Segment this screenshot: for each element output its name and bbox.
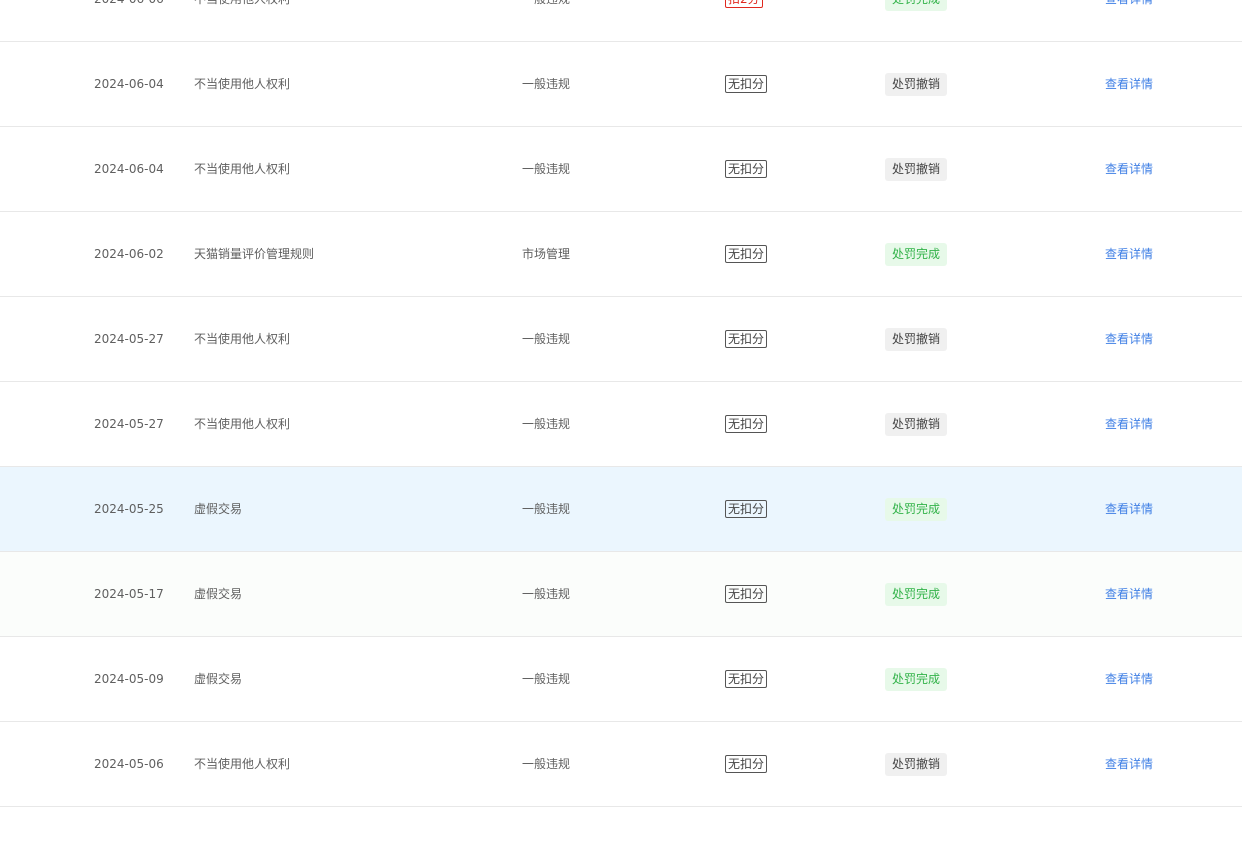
view-details-link[interactable]: 查看详情	[1105, 212, 1153, 296]
violation-type: 一般违规	[522, 502, 571, 516]
table-row: 2024-06-02 天猫销量评价管理规则 市场管理 无扣分 处罚完成 查看详情	[0, 212, 1242, 297]
score-cell: 无扣分	[725, 127, 768, 211]
score-tag: 无扣分	[725, 585, 768, 603]
view-details-link[interactable]: 查看详情	[1105, 552, 1153, 636]
view-details-link[interactable]: 查看详情	[1105, 42, 1153, 126]
record-date: 2024-05-17	[94, 587, 164, 601]
violation-type: 一般违规	[522, 417, 571, 431]
score-tag: 扣2分	[725, 0, 763, 8]
view-details-link[interactable]: 查看详情	[1105, 722, 1153, 806]
score-cell: 无扣分	[725, 722, 768, 806]
score-cell: 无扣分	[725, 297, 768, 381]
score-cell: 无扣分	[725, 382, 768, 466]
score-tag: 无扣分	[725, 245, 768, 263]
violation-type: 一般违规	[522, 587, 571, 601]
status-cell: 处罚撤销	[885, 382, 948, 466]
score-tag: 无扣分	[725, 670, 768, 688]
status-badge: 处罚完成	[885, 242, 948, 266]
status-cell: 处罚撤销	[885, 42, 948, 126]
record-date: 2024-05-09	[94, 672, 164, 686]
record-date: 2024-05-25	[94, 502, 164, 516]
status-cell: 处罚完成	[885, 637, 948, 721]
record-date: 2024-05-27	[94, 332, 164, 346]
status-cell: 处罚撤销	[885, 127, 948, 211]
record-date: 2024-06-02	[94, 247, 164, 261]
violation-rule: 天猫销量评价管理规则	[194, 247, 315, 261]
score-cell: 无扣分	[725, 42, 768, 126]
violation-type: 一般违规	[522, 332, 571, 346]
status-badge: 处罚撤销	[885, 157, 948, 181]
table-row: 2024-05-27 不当使用他人权利 一般违规 无扣分 处罚撤销 查看详情	[0, 382, 1242, 467]
violation-type: 一般违规	[522, 757, 571, 771]
score-cell: 无扣分	[725, 212, 768, 296]
table-row: 2024-06-04 不当使用他人权利 一般违规 无扣分 处罚撤销 查看详情	[0, 127, 1242, 212]
violation-rule: 不当使用他人权利	[194, 77, 291, 91]
table-row: 2024-05-06 不当使用他人权利 一般违规 无扣分 处罚撤销 查看详情	[0, 722, 1242, 807]
violation-rule: 虚假交易	[194, 672, 243, 686]
table-row: 2024-05-09 虚假交易 一般违规 无扣分 处罚完成 查看详情	[0, 637, 1242, 722]
violation-rule: 不当使用他人权利	[194, 757, 291, 771]
status-badge: 处罚完成	[885, 667, 948, 691]
violation-type: 一般违规	[522, 0, 570, 41]
violation-rule: 不当使用他人权利	[194, 332, 291, 346]
violation-type: 一般违规	[522, 77, 571, 91]
record-date: 2024-05-27	[94, 417, 164, 431]
violation-rule: 不当使用他人权利	[194, 162, 291, 176]
status-badge: 处罚撤销	[885, 752, 948, 776]
status-cell: 处罚完成	[885, 552, 948, 636]
status-cell: 处罚撤销	[885, 722, 948, 806]
record-date: 2024-06-06	[94, 0, 164, 41]
violation-type: 一般违规	[522, 672, 571, 686]
score-tag: 无扣分	[725, 75, 768, 93]
score-tag: 无扣分	[725, 415, 768, 433]
status-badge: 处罚撤销	[885, 327, 948, 351]
view-details-link[interactable]: 查看详情	[1105, 467, 1153, 551]
score-tag: 无扣分	[725, 755, 768, 773]
score-cell: 无扣分	[725, 637, 768, 721]
status-badge: 处罚完成	[885, 0, 948, 11]
score-cell: 扣2分	[725, 0, 763, 41]
record-date: 2024-05-06	[94, 757, 164, 771]
view-details-link[interactable]: 查看详情	[1105, 297, 1153, 381]
status-cell: 处罚完成	[885, 0, 948, 41]
record-date: 2024-06-04	[94, 77, 164, 91]
violation-rule: 不当使用他人权利	[194, 417, 291, 431]
score-tag: 无扣分	[725, 330, 768, 348]
status-cell: 处罚完成	[885, 467, 948, 551]
violation-type: 市场管理	[522, 247, 571, 261]
score-tag: 无扣分	[725, 500, 768, 518]
violation-rule: 不当使用他人权利	[194, 0, 290, 41]
view-details-link[interactable]: 查看详情	[1105, 382, 1153, 466]
table-row: 2024-06-06 不当使用他人权利 一般违规 扣2分 处罚完成 查看详情	[0, 0, 1242, 42]
violation-records-table: 2024-06-06 不当使用他人权利 一般违规 扣2分 处罚完成 查看详情 2…	[0, 0, 1242, 813]
table-row: 2024-05-27 不当使用他人权利 一般违规 无扣分 处罚撤销 查看详情	[0, 297, 1242, 382]
status-badge: 处罚撤销	[885, 72, 948, 96]
score-cell: 无扣分	[725, 467, 768, 551]
violation-type: 一般违规	[522, 162, 571, 176]
violation-rule: 虚假交易	[194, 502, 243, 516]
status-badge: 处罚完成	[885, 582, 948, 606]
view-details-link[interactable]: 查看详情	[1105, 127, 1153, 211]
status-badge: 处罚完成	[885, 497, 948, 521]
score-cell: 无扣分	[725, 552, 768, 636]
status-cell: 处罚撤销	[885, 297, 948, 381]
table-row: 2024-05-17 虚假交易 一般违规 无扣分 处罚完成 查看详情	[0, 552, 1242, 637]
status-cell: 处罚完成	[885, 212, 948, 296]
score-tag: 无扣分	[725, 160, 768, 178]
record-date: 2024-06-04	[94, 162, 164, 176]
view-details-link[interactable]: 查看详情	[1105, 637, 1153, 721]
view-details-link[interactable]: 查看详情	[1105, 0, 1153, 41]
table-row: 2024-06-04 不当使用他人权利 一般违规 无扣分 处罚撤销 查看详情	[0, 42, 1242, 127]
table-row: 2024-05-25 虚假交易 一般违规 无扣分 处罚完成 查看详情	[0, 467, 1242, 552]
violation-rule: 虚假交易	[194, 587, 243, 601]
status-badge: 处罚撤销	[885, 412, 948, 436]
